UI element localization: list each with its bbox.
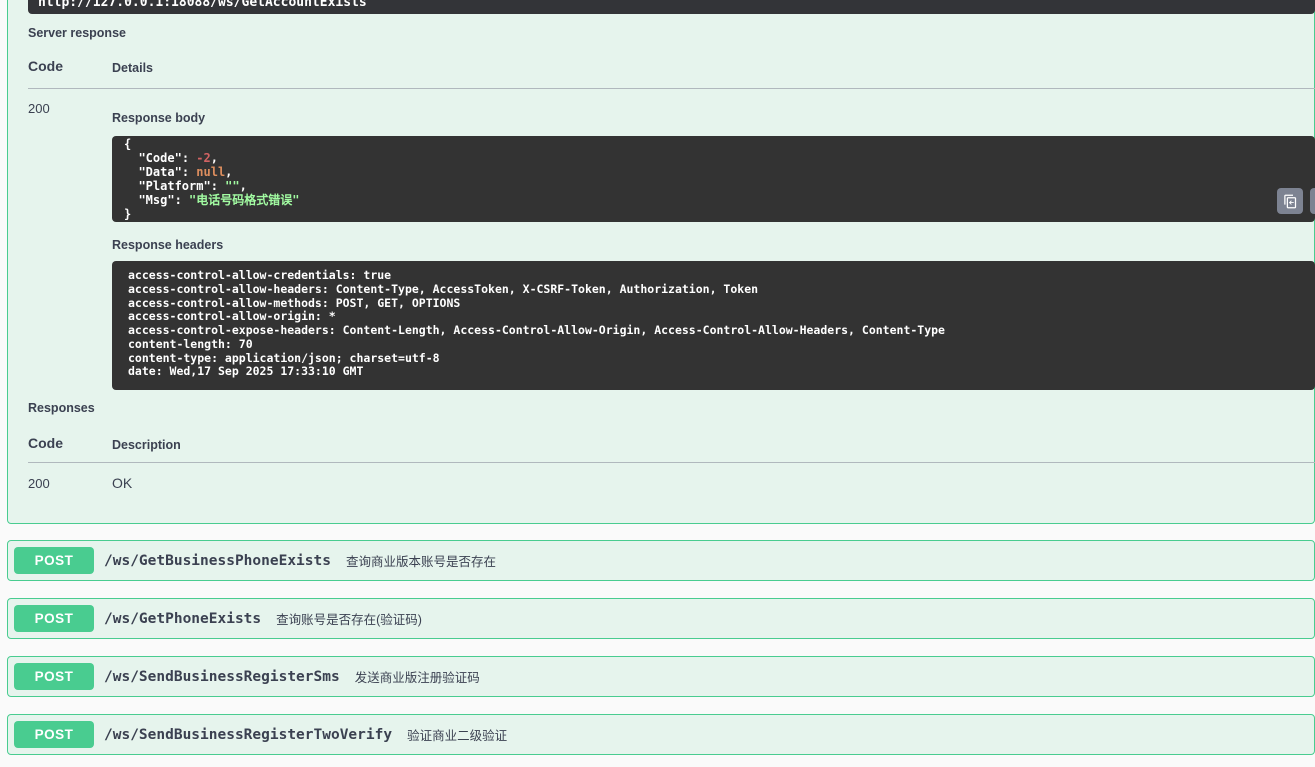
response-header-line: content-length: 70	[128, 336, 253, 351]
json-value-code: -2	[196, 151, 211, 165]
response-header-line: access-control-expose-headers: Content-L…	[128, 323, 945, 337]
server-response-table-divider	[28, 88, 1315, 89]
download-response-button[interactable]	[1310, 188, 1315, 214]
response-headers-label: Response headers	[112, 238, 224, 252]
response-body-label: Response body	[112, 111, 206, 125]
endpoint-row-send-business-register-two-verify[interactable]: POST /ws/SendBusinessRegisterTwoVerify 验…	[7, 714, 1315, 755]
response-body-codeblock: { "Code": -2, "Data": null, "Platform": …	[112, 136, 1315, 222]
responses-table-divider	[28, 462, 1315, 463]
endpoint-path: /ws/SendBusinessRegisterTwoVerify	[104, 726, 393, 743]
server-response-code-header: Code	[28, 58, 63, 74]
endpoint-row-send-business-register-sms[interactable]: POST /ws/SendBusinessRegisterSms 发送商业版注册…	[7, 656, 1315, 697]
copy-to-clipboard-button[interactable]	[1277, 188, 1303, 214]
clipboard-copy-icon	[1283, 194, 1298, 209]
json-value-msg: "电话号码格式错误"	[189, 193, 300, 207]
response-header-line: access-control-allow-origin: *	[128, 309, 336, 324]
response-headers-codeblock: access-control-allow-credentials: true a…	[112, 261, 1315, 390]
response-header-line: content-type: application/json; charset=…	[128, 350, 440, 365]
endpoint-path: /ws/SendBusinessRegisterSms	[104, 668, 340, 685]
endpoint-description: 查询账号是否存在(验证码)	[276, 613, 422, 627]
json-value-platform: ""	[225, 179, 240, 193]
request-url-bar: http://127.0.0.1:18088/ws/GetAccountExis…	[28, 0, 1315, 14]
responses-row-code: 200	[28, 476, 50, 491]
response-header-line: access-control-allow-credentials: true	[128, 268, 392, 282]
endpoint-description: 发送商业版注册验证码	[354, 671, 480, 685]
responses-description-header: Description	[112, 438, 181, 452]
responses-title: Responses	[28, 401, 95, 415]
json-key-code: "Code"	[138, 151, 182, 165]
json-close-brace: }	[124, 207, 132, 221]
responses-code-header: Code	[28, 435, 63, 451]
response-header-line: access-control-allow-methods: POST, GET,…	[128, 295, 461, 310]
endpoint-row-get-business-phone-exists[interactable]: POST /ws/GetBusinessPhoneExists 查询商业版本账号…	[7, 540, 1315, 581]
request-url-text: http://127.0.0.1:18088/ws/GetAccountExis…	[38, 0, 367, 10]
json-key-platform: "Platform"	[138, 179, 211, 193]
endpoint-description: 查询商业版本账号是否存在	[345, 555, 496, 569]
responses-row-description: OK	[112, 475, 133, 491]
post-method-button[interactable]: POST	[14, 547, 94, 574]
response-header-line: access-control-allow-headers: Content-Ty…	[128, 281, 759, 296]
post-method-button[interactable]: POST	[14, 663, 94, 690]
json-key-msg: "Msg"	[138, 193, 175, 207]
endpoint-path: /ws/GetBusinessPhoneExists	[104, 552, 331, 569]
endpoint-row-get-phone-exists[interactable]: POST /ws/GetPhoneExists 查询账号是否存在(验证码)	[7, 598, 1315, 639]
endpoint-path: /ws/GetPhoneExists	[104, 610, 262, 627]
json-open-brace: {	[124, 137, 132, 151]
endpoint-description: 验证商业二级验证	[407, 729, 508, 743]
server-response-status-code: 200	[28, 101, 50, 116]
response-header-line: date: Wed,17 Sep 2025 17:33:10 GMT	[128, 364, 364, 379]
json-value-data: null	[196, 165, 226, 179]
post-method-button[interactable]: POST	[14, 605, 94, 632]
swagger-ui-page: { "colors": { "accent_green": "#49cc90",…	[0, 0, 1315, 767]
server-response-details-header: Details	[112, 61, 153, 75]
json-key-data: "Data"	[138, 165, 182, 179]
post-method-button[interactable]: POST	[14, 721, 94, 748]
server-response-title: Server response	[28, 26, 126, 40]
